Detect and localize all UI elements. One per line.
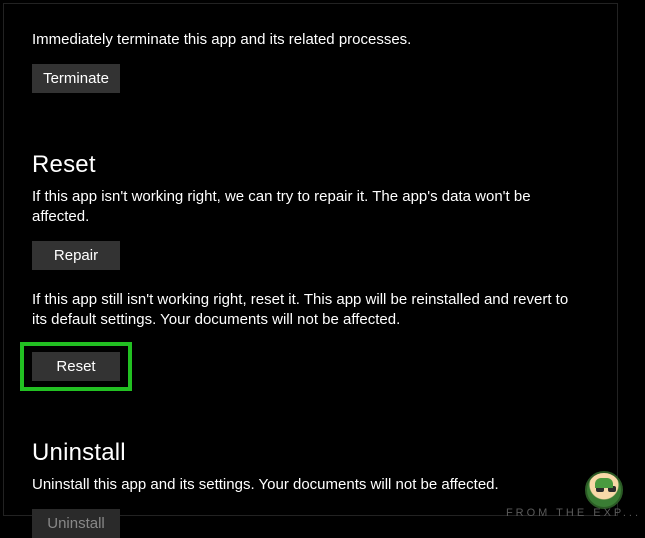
reset-highlight-box: Reset <box>20 342 132 391</box>
watermark-text: FROM THE EXP... <box>506 507 641 519</box>
repair-description: If this app isn't working right, we can … <box>32 187 572 227</box>
repair-button[interactable]: Repair <box>32 241 120 270</box>
reset-description: If this app still isn't working right, r… <box>32 290 572 330</box>
settings-panel: Immediately terminate this app and its r… <box>3 3 618 516</box>
uninstall-button[interactable]: Uninstall <box>32 509 120 538</box>
reset-heading: Reset <box>32 151 589 179</box>
uninstall-description: Uninstall this app and its settings. You… <box>32 475 572 495</box>
terminate-description: Immediately terminate this app and its r… <box>32 4 589 50</box>
terminate-button[interactable]: Terminate <box>32 64 120 93</box>
reset-button[interactable]: Reset <box>32 352 120 381</box>
uninstall-heading: Uninstall <box>32 439 589 467</box>
avatar-icon <box>585 471 623 509</box>
